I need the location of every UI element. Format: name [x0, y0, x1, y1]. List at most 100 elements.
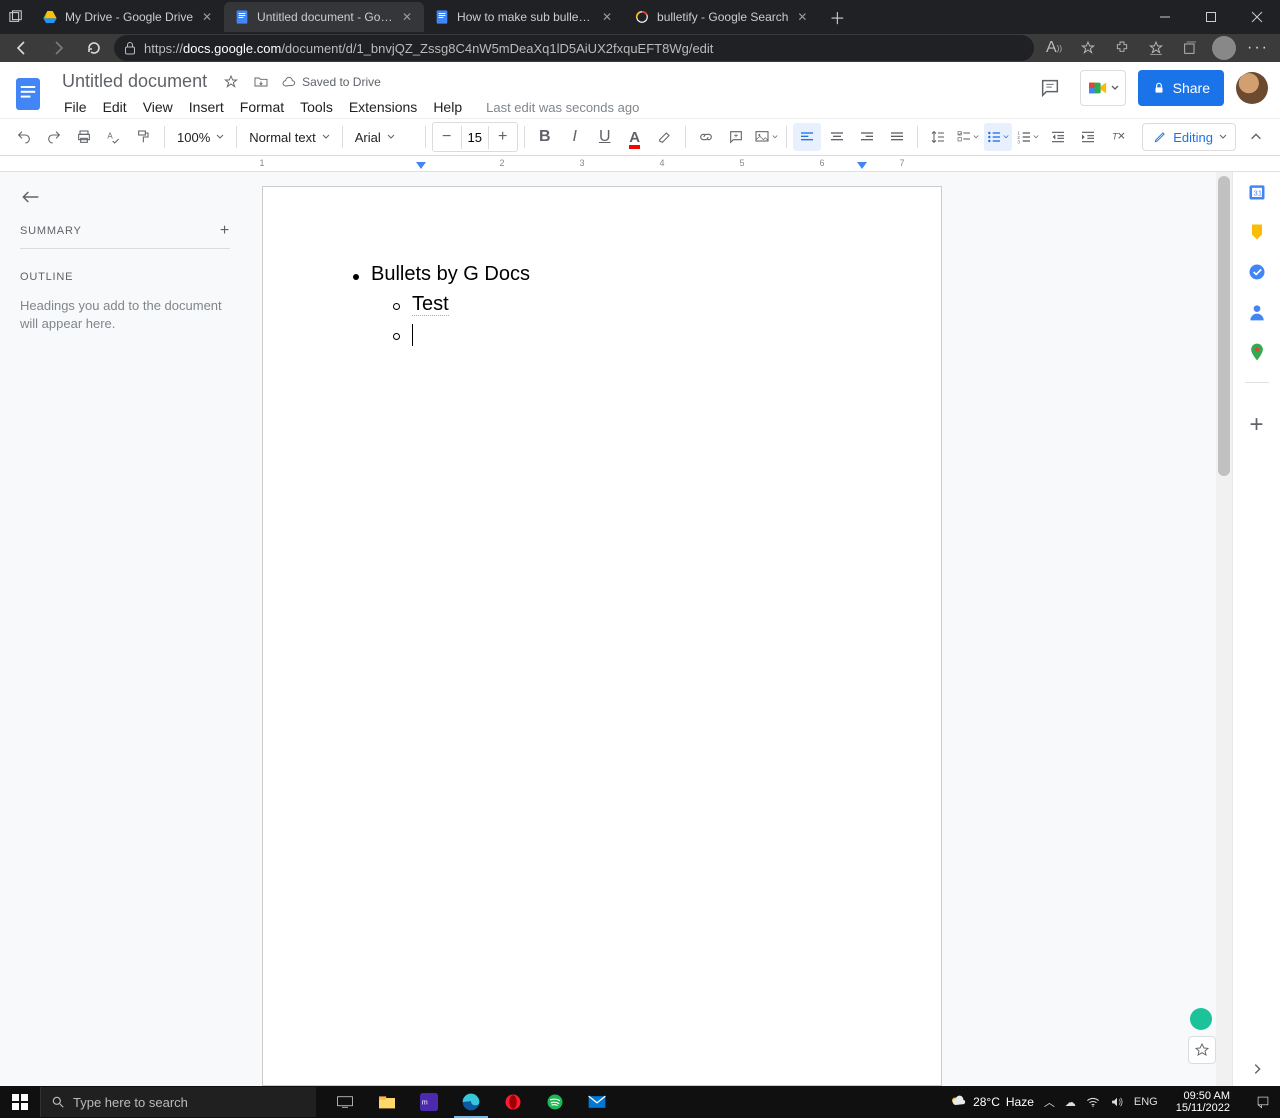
hide-outline-button[interactable] — [20, 190, 230, 204]
expand-side-button[interactable] — [1250, 1062, 1264, 1076]
star-button[interactable] — [221, 72, 241, 92]
meet-button[interactable] — [1080, 70, 1126, 106]
maps-icon[interactable] — [1247, 342, 1267, 362]
menu-extensions[interactable]: Extensions — [343, 96, 423, 118]
close-icon[interactable]: ✕ — [200, 10, 214, 24]
menu-view[interactable]: View — [137, 96, 179, 118]
font-size-decrease[interactable]: − — [433, 123, 461, 151]
tasks-icon[interactable] — [1247, 262, 1267, 282]
ruler[interactable]: 1 2 3 4 5 6 7 — [0, 156, 1280, 172]
outdent-button[interactable] — [1044, 123, 1072, 151]
wifi-icon[interactable] — [1086, 1096, 1100, 1108]
contacts-icon[interactable] — [1247, 302, 1267, 322]
numbered-list-button[interactable]: 123 — [1014, 123, 1042, 151]
menu-file[interactable]: File — [58, 96, 93, 118]
tray-expand[interactable]: ︿ — [1044, 1094, 1055, 1110]
menu-format[interactable]: Format — [234, 96, 290, 118]
volume-icon[interactable] — [1110, 1096, 1124, 1108]
doc-text-cursor[interactable] — [412, 319, 413, 349]
link-button[interactable] — [692, 123, 720, 151]
reload-button[interactable] — [78, 34, 110, 62]
collections-button[interactable] — [1174, 34, 1206, 62]
more-button[interactable]: ··· — [1242, 34, 1274, 62]
comment-insert-button[interactable] — [722, 123, 750, 151]
account-avatar[interactable] — [1236, 72, 1268, 104]
opera-icon[interactable] — [492, 1086, 534, 1118]
italic-button[interactable]: I — [561, 123, 589, 151]
extension-button[interactable] — [1106, 34, 1138, 62]
profile-button[interactable] — [1208, 34, 1240, 62]
align-center-button[interactable] — [823, 123, 851, 151]
doc-text[interactable]: Test — [412, 289, 449, 319]
align-justify-button[interactable] — [883, 123, 911, 151]
url-box[interactable]: https://docs.google.com/document/d/1_bnv… — [114, 35, 1034, 61]
doc-title[interactable]: Untitled document — [58, 70, 211, 93]
doc-text[interactable]: Bullets by G Docs — [371, 259, 530, 289]
tab-untitled-doc[interactable]: Untitled document - Google Docs ✕ — [224, 2, 424, 32]
print-button[interactable] — [70, 123, 98, 151]
line-spacing-button[interactable] — [924, 123, 952, 151]
close-icon[interactable]: ✕ — [795, 10, 809, 24]
vertical-scrollbar[interactable] — [1216, 172, 1232, 1086]
close-icon[interactable]: ✕ — [600, 10, 614, 24]
calendar-icon[interactable]: 31 — [1247, 182, 1267, 202]
lang-indicator[interactable]: ENG — [1134, 1096, 1158, 1108]
clear-format-button[interactable]: T — [1104, 123, 1132, 151]
checklist-button[interactable] — [954, 123, 982, 151]
back-button[interactable] — [6, 34, 38, 62]
keep-icon[interactable] — [1247, 222, 1267, 242]
spellcheck-button[interactable]: A — [100, 123, 128, 151]
text-color-button[interactable]: A — [621, 123, 649, 151]
zoom-select[interactable]: 100% — [171, 123, 230, 151]
highlight-button[interactable] — [651, 123, 679, 151]
underline-button[interactable]: U — [591, 123, 619, 151]
last-edit-label[interactable]: Last edit was seconds ago — [486, 100, 639, 115]
cloud-sync-icon[interactable]: ☁ — [1065, 1096, 1076, 1109]
menu-tools[interactable]: Tools — [294, 96, 339, 118]
share-button[interactable]: Share — [1138, 70, 1224, 106]
mode-select[interactable]: Editing — [1142, 123, 1236, 151]
font-size-increase[interactable]: + — [489, 123, 517, 151]
bulleted-list-button[interactable] — [984, 123, 1012, 151]
tab-bulletify[interactable]: bulletify - Google Search ✕ — [624, 2, 819, 32]
style-select[interactable]: Normal text — [243, 123, 335, 151]
paint-format-button[interactable] — [130, 123, 158, 151]
weather-widget[interactable]: 28°C Haze — [949, 1094, 1034, 1110]
minimize-button[interactable] — [1142, 0, 1188, 34]
docs-home-button[interactable] — [8, 70, 48, 118]
addons-button[interactable]: + — [1249, 411, 1263, 439]
forward-button[interactable] — [42, 34, 74, 62]
indent-marker-right[interactable] — [857, 162, 867, 170]
menu-help[interactable]: Help — [427, 96, 468, 118]
menu-insert[interactable]: Insert — [183, 96, 230, 118]
undo-button[interactable] — [10, 123, 38, 151]
align-left-button[interactable] — [793, 123, 821, 151]
maximize-button[interactable] — [1188, 0, 1234, 34]
scroll-thumb[interactable] — [1218, 176, 1230, 476]
redo-button[interactable] — [40, 123, 68, 151]
grammarly-button[interactable] — [1190, 1008, 1212, 1030]
close-button[interactable] — [1234, 0, 1280, 34]
font-select[interactable]: Arial — [349, 123, 419, 151]
favorites-bar-button[interactable] — [1140, 34, 1172, 62]
spotify-icon[interactable] — [534, 1086, 576, 1118]
taskbar-clock[interactable]: 09:50 AM 15/11/2022 — [1168, 1090, 1238, 1114]
tab-drive[interactable]: My Drive - Google Drive ✕ — [32, 2, 224, 32]
taskbar-search[interactable]: Type here to search — [40, 1087, 316, 1117]
image-button[interactable] — [752, 123, 780, 151]
document-page[interactable]: Bullets by G Docs Test — [262, 186, 942, 1086]
amazon-music-icon[interactable]: m — [408, 1086, 450, 1118]
font-size-value[interactable]: 15 — [461, 126, 489, 149]
collapse-toolbar-button[interactable] — [1242, 123, 1270, 151]
bold-button[interactable]: B — [531, 123, 559, 151]
favorite-button[interactable] — [1072, 34, 1104, 62]
menu-edit[interactable]: Edit — [97, 96, 133, 118]
indent-button[interactable] — [1074, 123, 1102, 151]
add-summary-button[interactable]: + — [220, 222, 230, 240]
explorer-icon[interactable] — [366, 1086, 408, 1118]
mail-icon[interactable] — [576, 1086, 618, 1118]
move-button[interactable] — [251, 72, 271, 92]
comments-button[interactable] — [1032, 70, 1068, 106]
taskview-button[interactable] — [324, 1086, 366, 1118]
indent-marker-left[interactable] — [416, 162, 426, 170]
